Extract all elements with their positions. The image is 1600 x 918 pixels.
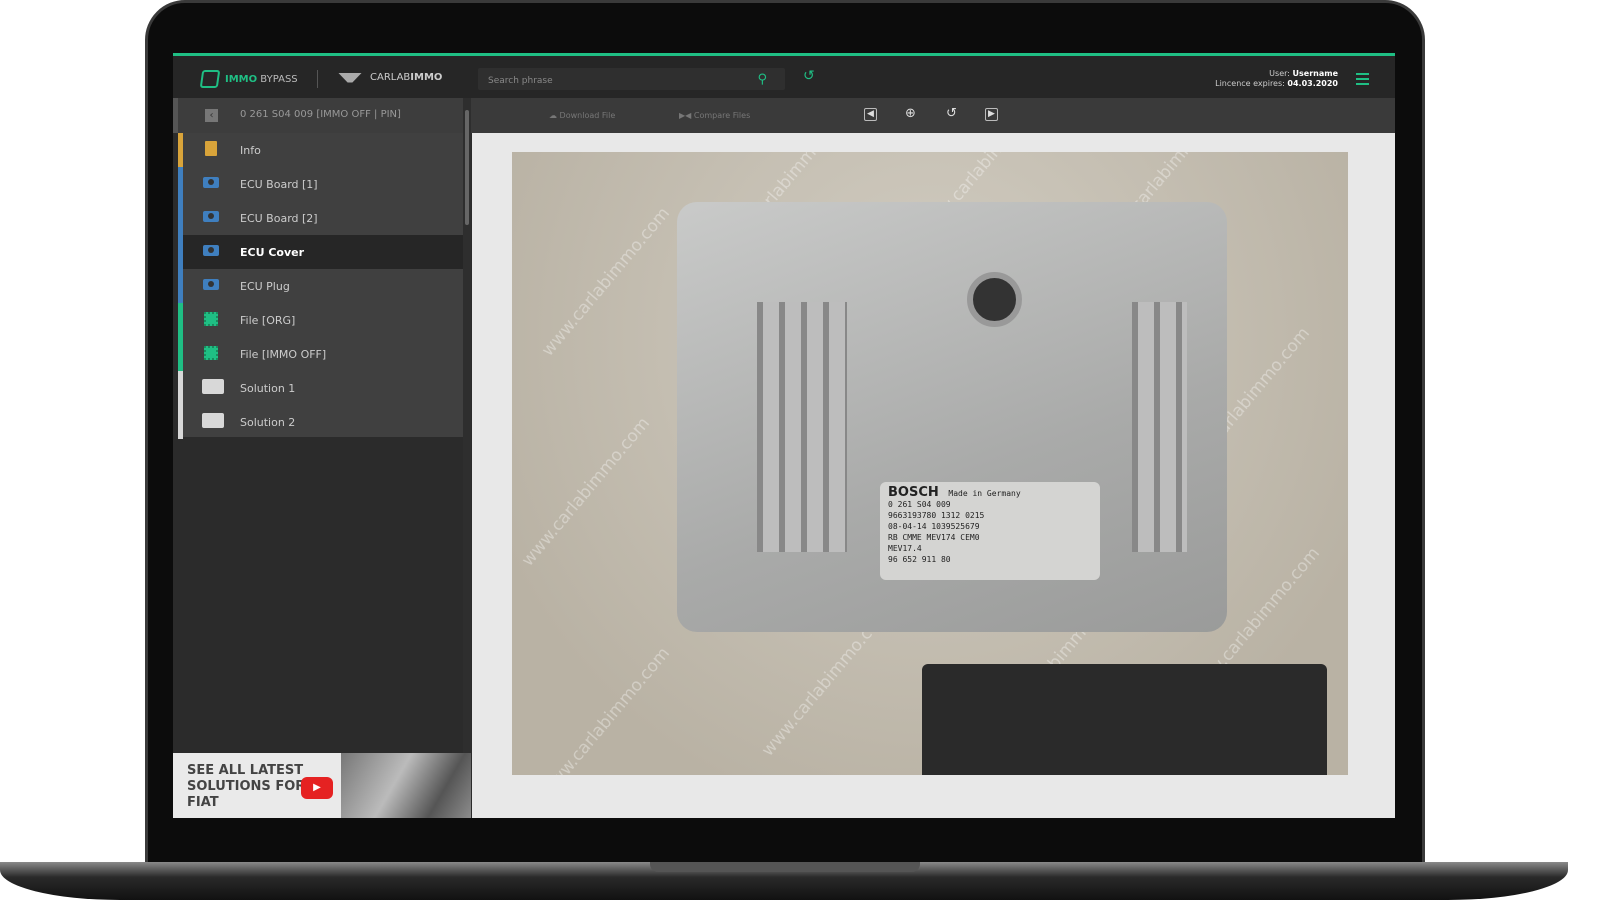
sidebar-item-label: File [ORG]	[240, 313, 296, 327]
watermark: www.carlabimmo.com	[517, 413, 655, 571]
sidebar-item[interactable]: Solution 2	[178, 405, 463, 439]
sidebar-item-label: Solution 2	[240, 415, 296, 429]
history-icon[interactable]: ↺	[803, 68, 815, 84]
sidebar-item-label: ECU Board [2]	[240, 211, 318, 225]
top-bar: IMMO BYPASS CARLABIMMO ⚲ ↺ User: Usernam…	[173, 53, 1395, 98]
rotate-icon[interactable]: ↺	[945, 107, 958, 121]
ecu-connector	[922, 664, 1327, 775]
sidebar-item[interactable]: ECU Board [2]	[178, 201, 463, 235]
image-viewer: www.carlabimmo.com www.carlabimmo.com www.…	[472, 133, 1395, 818]
carlabimmo-logo[interactable]: CARLABIMMO	[338, 72, 442, 83]
ecu-label: BOSCH Made in Germany 0 261 S04 009 9663…	[880, 482, 1100, 580]
search-input[interactable]	[478, 71, 738, 91]
camera-icon	[202, 279, 220, 293]
folder-icon	[202, 413, 224, 431]
sidebar-item-label: ECU Plug	[240, 279, 290, 293]
sidebar-item[interactable]: File [IMMO OFF]	[178, 337, 463, 371]
promo-banner[interactable]: SEE ALL LATEST SOLUTIONS FOR FIAT ▶	[173, 753, 471, 818]
sidebar-item[interactable]: ECU Plug	[178, 269, 463, 303]
search-box: ⚲	[478, 68, 785, 91]
breadcrumb: ‹ 0 261 S04 009 [IMMO OFF | PIN]	[173, 98, 463, 133]
sidebar-item[interactable]: Solution 1	[178, 371, 463, 405]
app-screen: IMMO BYPASS CARLABIMMO ⚲ ↺ User: Usernam…	[173, 53, 1395, 818]
ecu-unit: BOSCH Made in Germany 0 261 S04 009 9663…	[677, 202, 1327, 775]
previous-icon[interactable]: ◀	[864, 108, 877, 121]
toolbar: ‹ 0 261 S04 009 [IMMO OFF | PIN] ☁ Downlo…	[173, 98, 1395, 133]
chip-icon	[202, 311, 220, 329]
sidebar-item-label: ECU Cover	[240, 245, 305, 259]
promo-image	[341, 753, 471, 818]
download-file-button[interactable]: ☁ Download File	[549, 111, 615, 120]
youtube-play-icon[interactable]: ▶	[301, 777, 333, 799]
sidebar-item[interactable]: ECU Board [1]	[178, 167, 463, 201]
camera-icon	[202, 177, 220, 191]
ecu-cover-photo: www.carlabimmo.com www.carlabimmo.com www.…	[512, 152, 1348, 775]
camera-icon	[202, 211, 220, 225]
sidebar-scrollbar[interactable]	[463, 98, 471, 753]
watermark: www.carlabimmo.com	[537, 203, 675, 361]
user-info: User: Username Lincence expires: 04.03.20…	[1215, 69, 1338, 88]
laptop-base	[0, 862, 1568, 900]
sidebar-item[interactable]: File [ORG]	[178, 303, 463, 337]
next-icon[interactable]: ▶	[985, 108, 998, 121]
compare-files-button[interactable]: ▶◀ Compare Files	[679, 111, 750, 120]
folder-icon	[202, 379, 224, 397]
search-icon[interactable]: ⚲	[757, 72, 767, 87]
document-icon	[202, 141, 220, 159]
sidebar-item-label: Info	[240, 143, 261, 157]
emblem-icon	[338, 72, 362, 83]
sidebar-item[interactable]: ECU Cover	[178, 235, 463, 269]
camera-icon	[202, 245, 220, 259]
zoom-in-icon[interactable]: ⊕	[904, 107, 917, 121]
sidebar: Info ECU Board [1] ECU Board [2] ECU Cover E…	[178, 133, 463, 439]
immo-bypass-logo[interactable]: IMMO BYPASS	[199, 70, 298, 88]
watermark: www.carlabimmo.com	[537, 643, 675, 775]
chip-icon	[202, 345, 220, 363]
sidebar-item-label: ECU Board [1]	[240, 177, 318, 191]
lock-icon	[199, 70, 221, 88]
back-button[interactable]: ‹	[205, 109, 218, 122]
sidebar-item[interactable]: Info	[178, 133, 463, 167]
hamburger-menu-icon[interactable]	[1356, 73, 1369, 88]
sidebar-item-label: File [IMMO OFF]	[240, 347, 327, 361]
sidebar-item-label: Solution 1	[240, 381, 296, 395]
